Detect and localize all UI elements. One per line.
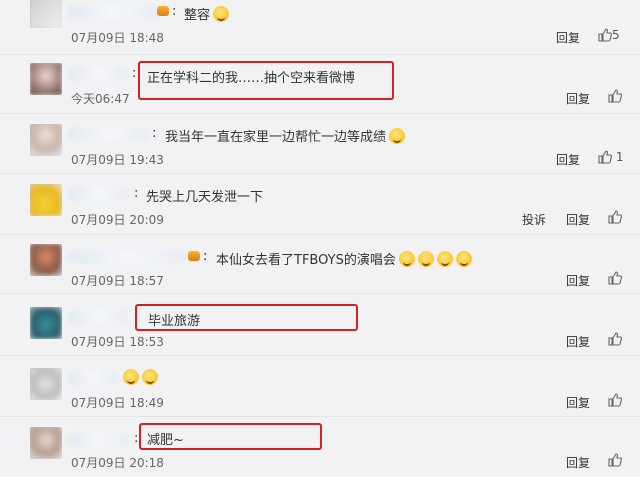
colon: : (132, 66, 137, 81)
emoji-icon (436, 251, 453, 267)
reply-button[interactable]: 回复 (566, 394, 590, 411)
comment-item: : 正在学科二的我……抽个空来看微博 今天06:47 回复 (0, 55, 640, 114)
avatar[interactable] (30, 124, 62, 156)
like-button[interactable] (608, 210, 622, 224)
reply-button[interactable]: 回复 (556, 151, 580, 168)
emoji-icon (142, 369, 158, 385)
comment-time: 07月09日 18:48 (71, 31, 164, 45)
thumbs-up-icon (608, 210, 622, 224)
username-blurred[interactable] (68, 5, 158, 19)
avatar[interactable] (30, 427, 62, 459)
emoji-icon (213, 6, 230, 22)
like-count: 1 (615, 150, 624, 164)
like-button[interactable] (608, 393, 622, 407)
reply-button[interactable]: 回复 (566, 211, 590, 228)
colon: : (134, 186, 139, 201)
username-blurred[interactable] (68, 250, 186, 264)
comment-text: 本仙女去看了TFBOYS的演唱会 (216, 249, 472, 268)
comment-item: 毕业旅游 07月09日 18:53 回复 (0, 294, 640, 356)
avatar[interactable] (30, 368, 62, 400)
reply-button[interactable]: 回复 (566, 272, 590, 289)
member-badge-icon (157, 6, 169, 16)
colon: : (134, 431, 139, 446)
thumbs-up-icon (608, 89, 622, 103)
thumbs-up-icon (608, 453, 622, 467)
comment-text: 毕业旅游 (148, 314, 201, 329)
emoji-icon (417, 251, 434, 267)
like-button[interactable] (608, 332, 622, 346)
like-button[interactable] (608, 271, 622, 285)
comment-time: 07月09日 18:57 (71, 274, 164, 288)
member-badge-icon (188, 251, 200, 261)
comment-time: 07月09日 20:09 (71, 213, 164, 227)
colon: : (152, 126, 157, 141)
comment-item: : 减肥~ 07月09日 20:18 回复 (0, 417, 640, 477)
thumbs-up-icon (608, 393, 622, 407)
like-button[interactable]: 5 (598, 28, 620, 42)
comment-time: 07月09日 18:49 (71, 396, 164, 410)
colon: : (172, 4, 177, 19)
comment-time: 今天06:47 (71, 92, 130, 106)
comment-text: 整容 (184, 4, 230, 23)
username-blurred[interactable] (68, 67, 128, 81)
like-button[interactable] (608, 89, 622, 103)
colon: : (203, 249, 208, 264)
like-button[interactable]: 1 (598, 150, 623, 164)
avatar[interactable] (30, 63, 62, 95)
username-blurred[interactable] (68, 371, 118, 385)
comment-item: : 整容 07月09日 18:48 回复 5 (0, 0, 640, 55)
emoji-icon (455, 251, 472, 267)
report-button[interactable]: 投诉 (522, 211, 546, 228)
comment-text: 正在学科二的我……抽个空来看微博 (147, 71, 356, 86)
emoji-icon (123, 369, 139, 385)
username-blurred[interactable] (68, 310, 128, 324)
comment-item: 07月09日 18:49 回复 (0, 356, 640, 417)
comment-time: 07月09日 19:43 (71, 153, 164, 167)
comment-text (120, 369, 158, 386)
thumbs-up-icon (608, 332, 622, 346)
comment-time: 07月09日 20:18 (71, 456, 164, 470)
comment-time: 07月09日 18:53 (71, 335, 164, 349)
emoji-icon (398, 251, 415, 267)
reply-button[interactable]: 回复 (556, 29, 580, 46)
emoji-icon (389, 128, 406, 144)
reply-button[interactable]: 回复 (566, 454, 590, 471)
comment-item: : 我当年一直在家里一边帮忙一边等成绩 07月09日 19:43 回复 1 (0, 114, 640, 174)
like-button[interactable] (608, 453, 622, 467)
like-count: 5 (612, 28, 620, 42)
comment-item: : 先哭上几天发泄一下 07月09日 20:09 投诉 回复 (0, 174, 640, 235)
username-blurred[interactable] (68, 127, 148, 141)
thumbs-up-icon (608, 271, 622, 285)
comment-text: 我当年一直在家里一边帮忙一边等成绩 (165, 126, 406, 145)
comment-text: 先哭上几天发泄一下 (146, 190, 264, 205)
comment-text: 减肥~ (147, 433, 184, 448)
thumbs-up-icon (598, 28, 612, 42)
avatar[interactable] (30, 244, 62, 276)
thumbs-up-icon (598, 150, 612, 164)
avatar[interactable] (30, 307, 62, 339)
avatar[interactable] (30, 184, 62, 216)
reply-button[interactable]: 回复 (566, 90, 590, 107)
username-blurred[interactable] (68, 187, 130, 201)
comment-item: : 本仙女去看了TFBOYS的演唱会 07月09日 18:57 回复 (0, 235, 640, 294)
username-blurred[interactable] (68, 433, 130, 447)
avatar[interactable] (30, 0, 62, 28)
reply-button[interactable]: 回复 (566, 333, 590, 350)
